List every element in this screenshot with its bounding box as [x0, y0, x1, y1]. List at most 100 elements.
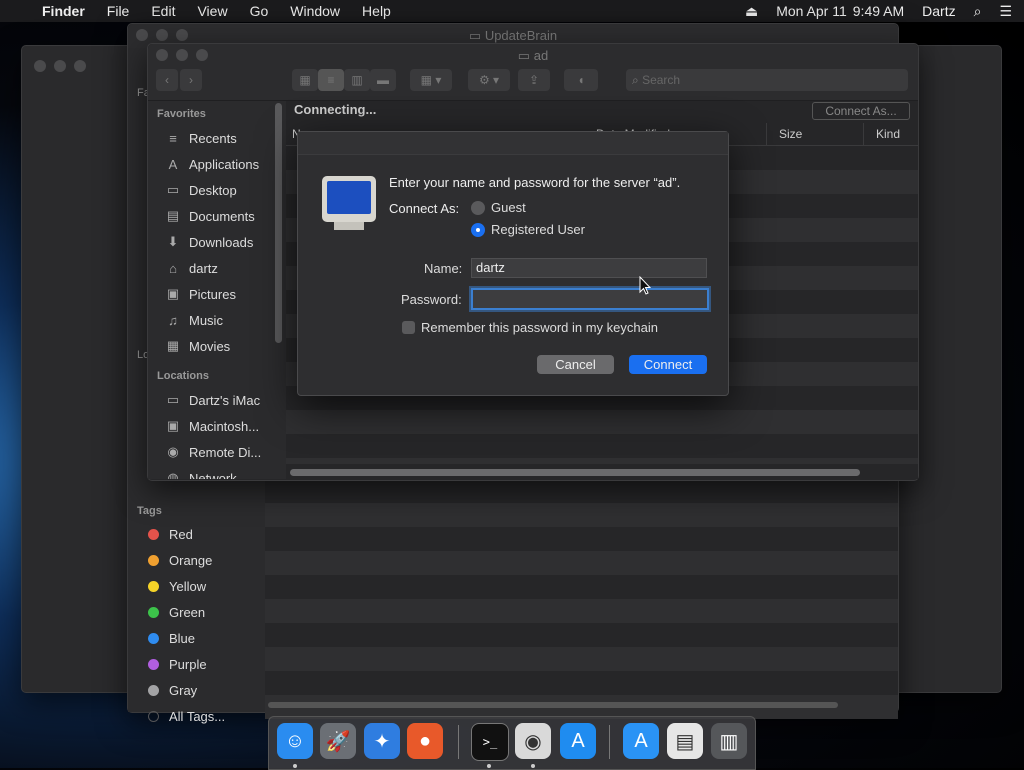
- tag-list: Red Orange Yellow Green Blue Purple Gray All Ta…: [128, 521, 265, 729]
- password-field[interactable]: [471, 288, 709, 310]
- connect-as-button[interactable]: Connect As...: [812, 102, 910, 120]
- search-field[interactable]: ⌕ Search: [626, 69, 908, 91]
- share-button[interactable]: ⇪: [518, 69, 550, 91]
- name-label: Name:: [424, 261, 463, 276]
- menu-view[interactable]: View: [197, 3, 227, 19]
- menu-edit[interactable]: Edit: [151, 3, 175, 19]
- menu-help[interactable]: Help: [362, 3, 391, 19]
- sidebar-item-remote-di[interactable]: ◉ Remote Di...: [148, 439, 272, 465]
- sidebar-item-pictures[interactable]: ▣ Pictures: [148, 281, 272, 307]
- connect-as-label: Connect As:: [389, 201, 460, 216]
- tag-item[interactable]: Orange: [128, 547, 265, 573]
- login-dialog: Enter your name and password for the ser…: [297, 131, 729, 396]
- locations-list: ▭ Dartz's iMac ▣ Macintosh... ◉ Remote Di... ◍…: [148, 387, 272, 479]
- remember-checkbox[interactable]: [402, 321, 415, 334]
- action-gear-button[interactable]: ⚙ ▾: [468, 69, 510, 91]
- group-button[interactable]: ▦ ▾: [410, 69, 452, 91]
- table-row[interactable]: [265, 503, 898, 527]
- table-row[interactable]: [265, 647, 898, 671]
- menu-window[interactable]: Window: [290, 3, 340, 19]
- cancel-button[interactable]: Cancel: [537, 355, 614, 374]
- table-row[interactable]: [265, 599, 898, 623]
- sidebar-item-network[interactable]: ◍ Network: [148, 465, 272, 479]
- table-row[interactable]: [265, 671, 898, 695]
- registered-user-radio[interactable]: [471, 222, 485, 237]
- sidebar-item-music[interactable]: ♫ Music: [148, 307, 272, 333]
- spotlight-icon[interactable]: ⌕: [974, 3, 982, 20]
- firefox-icon[interactable]: ●: [407, 723, 443, 759]
- documents-icon: ▤: [166, 208, 180, 223]
- tag-item[interactable]: Red: [128, 521, 265, 547]
- table-row[interactable]: [265, 479, 898, 503]
- menubar-date[interactable]: Mon Apr 11: [776, 3, 847, 19]
- safari-icon[interactable]: ✦: [364, 723, 400, 759]
- table-row[interactable]: [286, 458, 918, 464]
- chrome-icon[interactable]: ◉: [515, 723, 551, 759]
- table-row[interactable]: [265, 527, 898, 551]
- registered-user-option[interactable]: Registered User: [471, 222, 585, 237]
- content-horizontal-scrollbar[interactable]: [290, 469, 860, 476]
- terminal-icon[interactable]: >_: [471, 723, 509, 761]
- table-row[interactable]: [286, 434, 918, 458]
- sidebar-item-movies[interactable]: ▦ Movies: [148, 333, 272, 359]
- updatebrain-title: ▭ UpdateBrain: [128, 28, 898, 44]
- disk-icon: ▣: [166, 418, 180, 433]
- table-row[interactable]: [265, 575, 898, 599]
- finder-icon[interactable]: ☺: [277, 723, 313, 759]
- tag-item[interactable]: Green: [128, 599, 265, 625]
- forward-button[interactable]: ›: [180, 69, 202, 91]
- column-size[interactable]: Size: [766, 123, 802, 145]
- sidebar-item-macintosh[interactable]: ▣ Macintosh...: [148, 413, 272, 439]
- icon-view-button[interactable]: ▦: [292, 69, 318, 91]
- sidebar-item-applications[interactable]: A Applications: [148, 151, 272, 177]
- table-row[interactable]: [265, 623, 898, 647]
- dock-separator: [458, 725, 459, 759]
- tags-button[interactable]: ◖: [564, 69, 598, 91]
- desktop-icon: ▭: [166, 182, 180, 197]
- tag-item[interactable]: Gray: [128, 677, 265, 703]
- menu-file[interactable]: File: [107, 3, 130, 19]
- table-row[interactable]: [286, 410, 918, 434]
- menu-app-name[interactable]: Finder: [42, 3, 85, 19]
- horizontal-scrollbar[interactable]: [268, 702, 838, 708]
- tag-label: Yellow: [169, 578, 207, 594]
- document-icon[interactable]: ▤: [667, 723, 703, 759]
- registered-user-label: Registered User: [491, 222, 585, 237]
- app-store-downloads-icon[interactable]: A: [623, 723, 659, 759]
- eject-icon[interactable]: ⏏: [745, 3, 758, 20]
- notification-center-icon[interactable]: ☰: [999, 3, 1012, 20]
- tag-item[interactable]: Purple: [128, 651, 265, 677]
- movies-icon: ▦: [166, 338, 180, 353]
- guest-option[interactable]: Guest: [471, 200, 526, 215]
- launchpad-icon[interactable]: 🚀: [320, 723, 356, 759]
- table-row[interactable]: [265, 551, 898, 575]
- tag-item[interactable]: Yellow: [128, 573, 265, 599]
- tag-item[interactable]: Blue: [128, 625, 265, 651]
- sidebar-scrollbar[interactable]: [275, 103, 282, 343]
- sidebar-item-recents[interactable]: ≡ Recents: [148, 125, 272, 151]
- sidebar-item-label: Applications: [189, 156, 260, 172]
- list-view-button[interactable]: ≡: [318, 69, 344, 91]
- connect-button[interactable]: Connect: [629, 355, 707, 374]
- menubar-time[interactable]: 9:49 AM: [853, 3, 904, 19]
- guest-radio[interactable]: [471, 200, 485, 215]
- menu-go[interactable]: Go: [250, 3, 269, 19]
- name-field[interactable]: [471, 258, 707, 278]
- column-view-button[interactable]: ▥: [344, 69, 370, 91]
- tags-header: Tags: [137, 505, 162, 517]
- sidebar-item-desktop[interactable]: ▭ Desktop: [148, 177, 272, 203]
- gallery-view-button[interactable]: ▬: [370, 69, 396, 91]
- sidebar-item-documents[interactable]: ▤ Documents: [148, 203, 272, 229]
- sidebar-item-dartz[interactable]: ⌂ dartz: [148, 255, 272, 281]
- running-indicator: [531, 764, 535, 768]
- sidebar-item-dartz-s-imac[interactable]: ▭ Dartz's iMac: [148, 387, 272, 413]
- back-button[interactable]: ‹: [156, 69, 178, 91]
- tag-item[interactable]: All Tags...: [128, 703, 265, 729]
- menubar-user[interactable]: Dartz: [922, 3, 955, 19]
- sidebar-item-label: dartz: [189, 260, 218, 276]
- column-kind[interactable]: Kind: [863, 123, 900, 145]
- remember-password-option[interactable]: Remember this password in my keychain: [402, 320, 658, 335]
- app-store-icon[interactable]: A: [560, 723, 596, 759]
- trash-icon[interactable]: ▥: [711, 723, 747, 759]
- sidebar-item-downloads[interactable]: ⬇ Downloads: [148, 229, 272, 255]
